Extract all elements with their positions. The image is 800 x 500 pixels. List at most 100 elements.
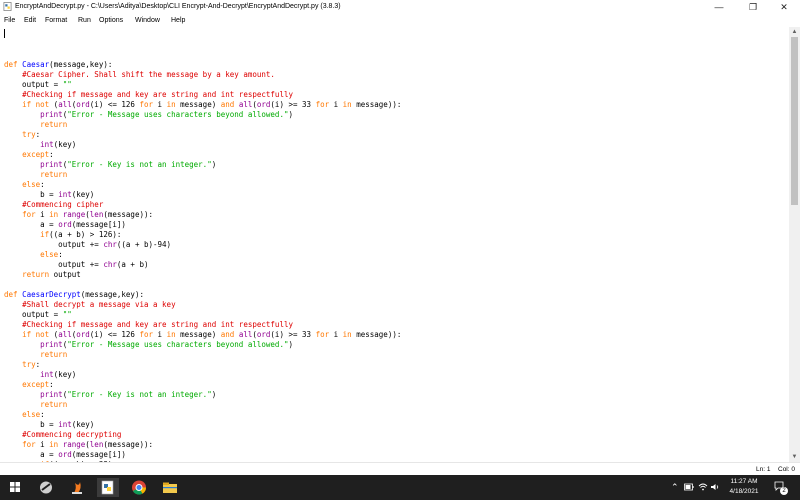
code-token: except bbox=[22, 380, 50, 389]
code-token: (message)): bbox=[103, 210, 154, 219]
code-line: a = ord(message[i]) bbox=[4, 450, 126, 460]
code-token: int bbox=[40, 140, 54, 149]
code-token: chr bbox=[103, 260, 117, 269]
menu-window[interactable]: Window bbox=[135, 15, 160, 26]
code-token: if bbox=[40, 230, 50, 239]
code-token: return bbox=[22, 270, 50, 279]
code-token: int bbox=[58, 420, 72, 429]
code-token: and bbox=[220, 100, 235, 109]
code-token: for bbox=[22, 210, 36, 219]
code-token: #Commencing decrypting bbox=[22, 430, 122, 439]
close-button[interactable]: ✕ bbox=[768, 0, 800, 14]
code-token: ) bbox=[211, 390, 217, 399]
code-token: b = bbox=[4, 190, 59, 199]
code-line: return bbox=[4, 400, 67, 410]
code-token: (message,key): bbox=[49, 60, 113, 69]
clock-time: 11:27 AM bbox=[730, 478, 758, 485]
code-token: if not bbox=[22, 330, 54, 339]
code-token: ord bbox=[256, 330, 271, 339]
code-token: and bbox=[220, 330, 235, 339]
restore-button[interactable]: ❐ bbox=[737, 0, 769, 14]
code-token: #Shall decrypt a message via a key bbox=[22, 300, 176, 309]
scroll-down-arrow-icon[interactable]: ▼ bbox=[789, 452, 800, 462]
code-token: (i) <= 126 bbox=[89, 330, 140, 339]
code-line: return output bbox=[4, 270, 81, 280]
code-token: def bbox=[4, 60, 23, 69]
code-line: except: bbox=[4, 150, 54, 160]
code-token: i bbox=[329, 330, 343, 339]
code-editor[interactable]: def Caesar(message,key): #Caesar Cipher.… bbox=[0, 27, 789, 462]
clock-date: 4/18/2021 bbox=[729, 488, 759, 495]
code-line: print("Error - Message uses characters b… bbox=[4, 110, 293, 120]
code-line: except: bbox=[4, 380, 54, 390]
code-token: i bbox=[35, 210, 50, 219]
menu-options[interactable]: Options bbox=[99, 15, 123, 26]
code-token: "" bbox=[62, 80, 72, 89]
menu-help[interactable]: Help bbox=[171, 15, 185, 26]
start-icon[interactable] bbox=[4, 478, 26, 497]
column-indicator: Col: 0 bbox=[778, 466, 795, 473]
code-token: message) bbox=[175, 330, 221, 339]
menu-run[interactable]: Run bbox=[78, 15, 91, 26]
code-line: a = ord(message[i]) bbox=[4, 220, 126, 230]
battery-icon[interactable] bbox=[684, 483, 694, 491]
code-line: for i in range(len(message)): bbox=[4, 210, 153, 220]
menu-format[interactable]: Format bbox=[45, 15, 67, 26]
idle-icon[interactable] bbox=[97, 478, 119, 497]
code-token: "" bbox=[62, 310, 72, 319]
system-clock[interactable]: 11:27 AM 4/18/2021 bbox=[718, 477, 770, 497]
code-token: : bbox=[35, 130, 41, 139]
code-line: else: bbox=[4, 410, 45, 420]
chevron-up-icon[interactable]: ⌃ bbox=[671, 480, 679, 494]
code-line: try: bbox=[4, 360, 40, 370]
code-token: in bbox=[49, 440, 59, 449]
search-icon[interactable] bbox=[35, 478, 57, 497]
code-line: try: bbox=[4, 130, 40, 140]
code-token: ord bbox=[58, 450, 72, 459]
menu-file[interactable]: File bbox=[4, 15, 15, 26]
code-line: output = "" bbox=[4, 80, 72, 90]
scroll-up-arrow-icon[interactable]: ▲ bbox=[789, 27, 800, 37]
app-icon[interactable] bbox=[66, 478, 88, 497]
file-explorer-icon[interactable] bbox=[159, 478, 181, 497]
code-token: len bbox=[89, 440, 104, 449]
code-token: : bbox=[49, 380, 54, 389]
code-line: #Commencing decrypting bbox=[4, 430, 121, 440]
code-token: in bbox=[342, 330, 352, 339]
code-token: output = bbox=[4, 80, 63, 89]
menu-edit[interactable]: Edit bbox=[24, 15, 36, 26]
code-token: #Caesar Cipher. Shall shift the message … bbox=[22, 70, 275, 79]
code-token: ) bbox=[288, 110, 293, 119]
scrollbar-thumb[interactable] bbox=[791, 37, 798, 205]
code-token: (key) bbox=[53, 370, 77, 379]
vertical-scrollbar[interactable]: ▲ ▼ bbox=[789, 27, 800, 462]
code-token: message)): bbox=[351, 330, 402, 339]
taskbar: ⌃ 11:27 AM 4/18/2021 2 bbox=[0, 475, 800, 500]
code-token: def bbox=[4, 290, 23, 299]
wifi-icon[interactable] bbox=[698, 482, 708, 492]
code-token: (message)): bbox=[103, 440, 154, 449]
code-token: for bbox=[139, 330, 154, 339]
code-token: in bbox=[166, 100, 176, 109]
chrome-icon[interactable] bbox=[128, 478, 150, 497]
code-token: ((a + b)-94) bbox=[116, 240, 172, 249]
code-token: else bbox=[22, 410, 41, 419]
minimize-button[interactable]: — bbox=[703, 0, 735, 14]
code-token: range bbox=[62, 440, 86, 449]
code-token: output = bbox=[4, 310, 63, 319]
menu-bar: File Edit Format Run Options Window Help bbox=[0, 14, 800, 27]
code-token: print bbox=[40, 390, 63, 399]
code-token: all bbox=[58, 330, 72, 339]
code-token: (i) <= 126 bbox=[89, 100, 140, 109]
